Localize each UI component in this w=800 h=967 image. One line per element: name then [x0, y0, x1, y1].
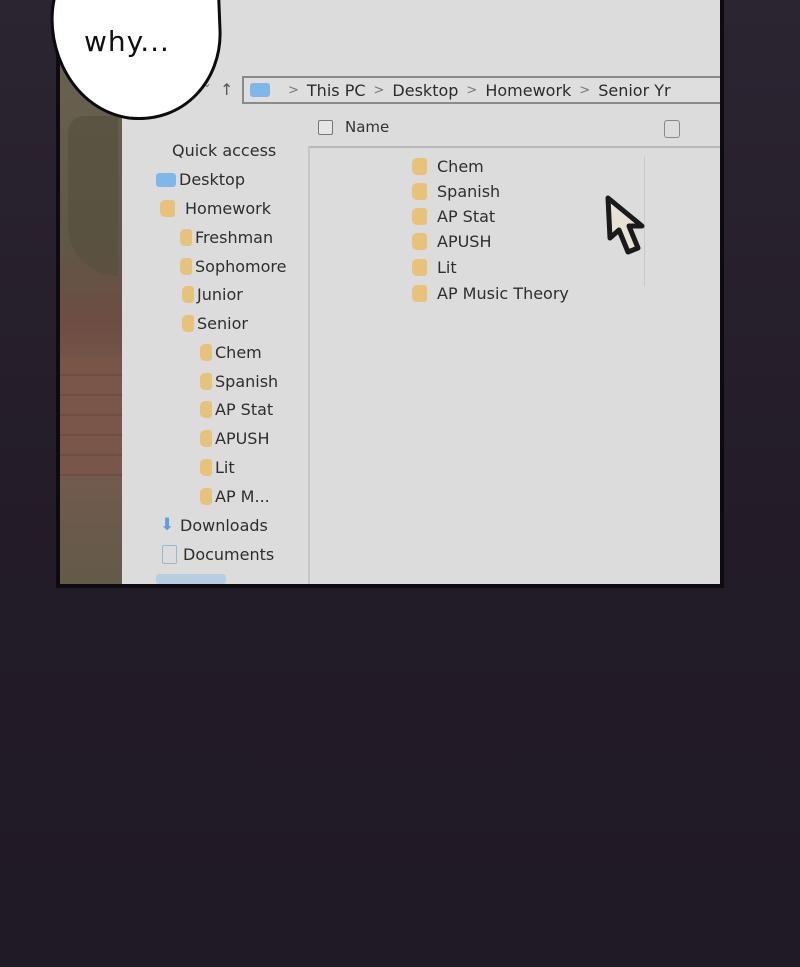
- address-bar[interactable]: > This PC > Desktop > Homework > Senior …: [242, 76, 720, 104]
- folder-icon: [412, 259, 427, 276]
- folder-icon: [200, 430, 212, 447]
- sidebar-item-label: Lit: [215, 458, 235, 477]
- folder-icon: [180, 229, 192, 246]
- sidebar-item-desktop[interactable]: Desktop: [156, 170, 245, 189]
- file-name: Spanish: [437, 182, 501, 201]
- sidebar-item-label: Desktop: [179, 170, 245, 189]
- name-column-label: Name: [345, 118, 390, 136]
- breadcrumb-separator-icon: >: [579, 82, 591, 98]
- folder-icon: [200, 488, 212, 505]
- file-name: AP Music Theory: [437, 284, 569, 303]
- sidebar-item-freshman[interactable]: Freshman: [180, 228, 273, 247]
- sidebar-item-quick-access[interactable]: Quick access: [172, 141, 276, 160]
- pane-divider: [308, 146, 310, 584]
- file-name: Chem: [437, 157, 484, 176]
- column-options-icon[interactable]: [664, 120, 680, 138]
- list-item[interactable]: Spanish: [412, 182, 500, 201]
- sidebar-item-label: Junior: [197, 285, 243, 304]
- sidebar-item-junior[interactable]: Junior: [182, 285, 243, 304]
- sidebar-item-downloads[interactable]: ⬇ Downloads: [160, 516, 268, 535]
- folder-icon: [200, 373, 212, 390]
- sidebar-item-lit[interactable]: Lit: [200, 458, 235, 477]
- folder-icon: [160, 200, 175, 217]
- list-item[interactable]: Lit: [412, 258, 457, 277]
- list-item[interactable]: AP Music Theory: [412, 284, 569, 303]
- document-icon: [162, 545, 177, 564]
- list-item[interactable]: APUSH: [412, 232, 492, 251]
- breadcrumb-separator-icon: >: [466, 82, 478, 98]
- folder-icon: [412, 183, 427, 200]
- sidebar-item-ap-music[interactable]: AP M...: [200, 487, 270, 506]
- sidebar-item-ap-stat[interactable]: AP Stat: [200, 400, 273, 419]
- folder-icon: [200, 459, 212, 476]
- character-sleeve: [68, 116, 118, 276]
- sidebar-item-label: Senior: [197, 314, 248, 333]
- list-item[interactable]: Chem: [412, 157, 484, 176]
- sidebar-item-label: APUSH: [215, 429, 270, 448]
- folder-icon: [182, 286, 194, 303]
- sidebar-item-homework[interactable]: Homework: [160, 199, 271, 218]
- sidebar-item-label: AP M...: [215, 487, 270, 506]
- cut-off-sidebar-item: [156, 574, 226, 584]
- sidebar-item-spanish[interactable]: Spanish: [200, 372, 278, 391]
- folder-icon: [200, 344, 212, 361]
- sidebar-item-label: AP Stat: [215, 400, 274, 419]
- folder-icon: [412, 158, 427, 175]
- brick-wall: [60, 356, 122, 476]
- sidebar-item-documents[interactable]: Documents: [162, 545, 274, 564]
- breadcrumb-this-pc[interactable]: This PC: [307, 81, 366, 100]
- download-icon: ⬇: [160, 515, 175, 535]
- this-pc-icon: [250, 83, 270, 97]
- sidebar-item-apush[interactable]: APUSH: [200, 429, 270, 448]
- sidebar-item-chem[interactable]: Chem: [200, 343, 262, 362]
- folder-icon: [200, 401, 212, 418]
- sidebar-item-label: Quick access: [172, 141, 277, 160]
- breadcrumb-homework[interactable]: Homework: [485, 81, 571, 100]
- folder-icon: [412, 233, 427, 250]
- name-column-header[interactable]: Name: [318, 118, 389, 136]
- file-name: Lit: [437, 258, 457, 277]
- list-item[interactable]: AP Stat: [412, 207, 495, 226]
- sidebar-item-label: Homework: [185, 199, 271, 218]
- sidebar-item-sophomore[interactable]: Sophomore: [180, 257, 286, 276]
- folder-icon: [412, 285, 427, 302]
- breadcrumb-separator-icon: >: [373, 82, 385, 98]
- folder-icon: [180, 258, 192, 275]
- sidebar-item-label: Downloads: [180, 516, 268, 535]
- speech-bubble-text: why...: [84, 25, 170, 58]
- folder-icon: [412, 208, 427, 225]
- speech-bubble: [50, 0, 222, 120]
- breadcrumb-senior-yr[interactable]: Senior Yr: [598, 81, 670, 100]
- header-divider: [308, 146, 720, 148]
- select-all-checkbox[interactable]: [318, 119, 333, 135]
- folder-icon: [182, 315, 194, 332]
- sidebar-item-label: Spanish: [215, 372, 279, 391]
- file-name: AP Stat: [437, 207, 496, 226]
- sidebar-item-label: Chem: [215, 343, 262, 362]
- sidebar-item-label: Sophomore: [195, 257, 287, 276]
- breadcrumb-desktop[interactable]: Desktop: [392, 81, 458, 100]
- breadcrumb-separator-icon: >: [288, 82, 299, 98]
- file-name: APUSH: [437, 232, 492, 251]
- sidebar-item-senior[interactable]: Senior: [182, 314, 248, 333]
- mouse-cursor-icon: [605, 195, 645, 255]
- sidebar-item-label: Freshman: [195, 228, 274, 247]
- sidebar-item-label: Documents: [183, 545, 275, 564]
- blue-folder-icon: [156, 172, 176, 187]
